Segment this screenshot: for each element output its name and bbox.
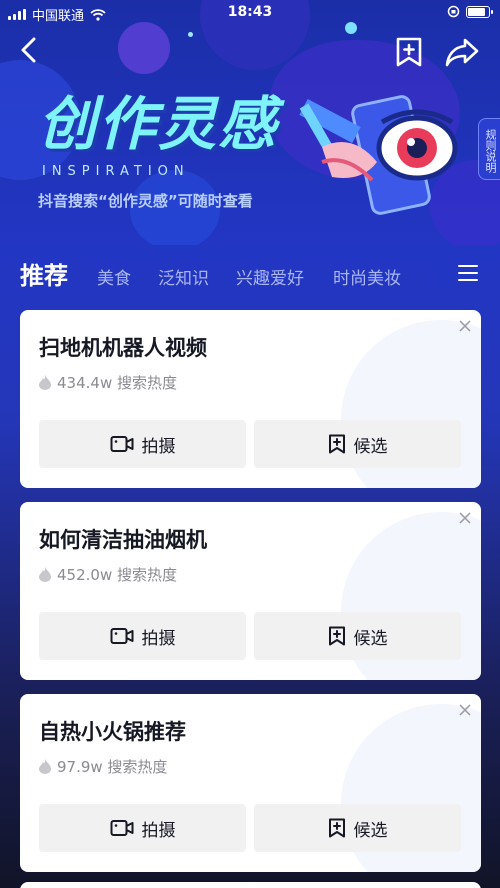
card-title: 自热小火锅推荐 [39,720,186,744]
shoot-button[interactable]: 拍摄 [39,612,246,660]
add-bookmark-icon [328,818,345,838]
share-arrow-icon[interactable] [444,36,480,68]
heat-text: 452.0w 搜索热度 [57,566,177,584]
battery-icon [466,5,493,18]
back-icon[interactable] [14,34,46,66]
tab-recommended[interactable]: 推荐 [20,256,68,291]
video-camera-icon [110,628,133,644]
close-icon[interactable] [459,512,471,524]
inspiration-page: 中国联通 18:43 创作灵感 INSPIRATION 抖音搜索“创作灵感”可随… [0,0,500,888]
card-heat: 452.0w 搜索热度 [39,564,177,585]
inspiration-card[interactable]: 扫地机机器人视频 434.4w 搜索热度 拍摄 候选 [20,310,481,488]
hamburger-icon[interactable] [458,264,478,282]
candidate-label: 候选 [353,820,388,841]
shoot-label: 拍摄 [141,628,176,649]
heat-text: 434.4w 搜索热度 [57,374,177,392]
shoot-button[interactable]: 拍摄 [39,804,246,852]
hero-subtitle: INSPIRATION [42,164,190,179]
close-icon[interactable] [459,320,471,332]
tab-hobbies[interactable]: 兴趣爱好 [236,264,304,289]
inspiration-illustration-icon [299,95,458,215]
shoot-button[interactable]: 拍摄 [39,420,246,468]
hero-title: 创作灵感 [38,90,279,158]
bg-blob [118,22,170,74]
flame-icon [39,375,51,390]
tab-knowledge[interactable]: 泛知识 [158,264,209,289]
tab-food[interactable]: 美食 [97,264,131,289]
card-title: 如何清洁抽油烟机 [39,528,207,552]
video-camera-icon [110,436,133,452]
inspiration-card[interactable]: 自热小火锅推荐 97.9w 搜索热度 拍摄 候选 [20,694,481,872]
close-icon[interactable] [459,704,471,716]
status-bar: 中国联通 18:43 [0,0,500,26]
add-bookmark-icon [328,434,345,454]
candidate-button[interactable]: 候选 [254,420,461,468]
tab-fashion[interactable]: 时尚美妆 [333,264,401,289]
card-heat: 434.4w 搜索热度 [39,372,177,393]
flame-icon [39,759,51,774]
candidate-label: 候选 [353,436,388,457]
bookmark-plus-icon[interactable] [392,36,426,68]
status-right [447,5,493,18]
video-camera-icon [110,820,133,836]
bg-dot [188,32,193,37]
shoot-label: 拍摄 [141,436,176,457]
heat-text: 97.9w 搜索热度 [57,758,168,776]
orientation-lock-icon [447,5,460,18]
inspiration-card-peek[interactable] [20,882,481,888]
add-bookmark-icon [328,626,345,646]
shoot-label: 拍摄 [141,820,176,841]
candidate-label: 候选 [353,628,388,649]
candidate-button[interactable]: 候选 [254,612,461,660]
tab-fade [420,256,450,292]
hero-hint: 抖音搜索“创作灵感”可随时查看 [38,192,253,210]
card-title: 扫地机机器人视频 [39,336,207,360]
card-heat: 97.9w 搜索热度 [39,756,167,777]
status-time: 18:43 [227,4,273,20]
inspiration-card[interactable]: 如何清洁抽油烟机 452.0w 搜索热度 拍摄 候选 [20,502,481,680]
flame-icon [39,567,51,582]
rules-button[interactable]: 规则说明 [478,118,500,180]
candidate-button[interactable]: 候选 [254,804,461,852]
category-tabs: 推荐 美食 泛知识 兴趣爱好 时尚美妆 [0,244,500,300]
